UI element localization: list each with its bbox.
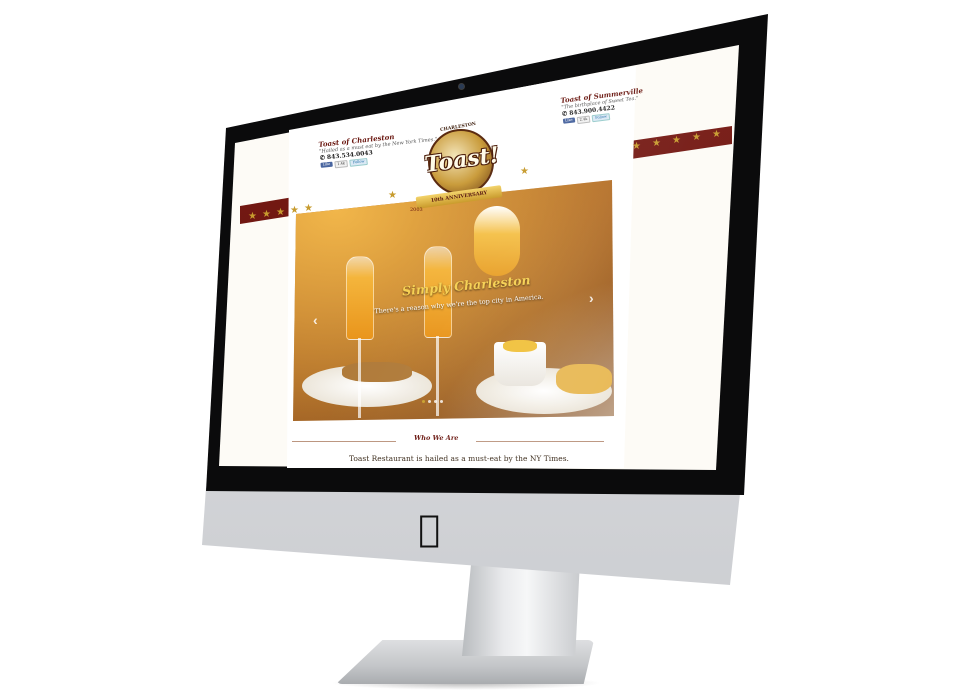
- star-icon: ★: [276, 207, 285, 218]
- camera-icon: [458, 83, 465, 90]
- section-text: Toast Restaurant is hailed as a must-eat…: [349, 454, 569, 463]
- logo-year: 2003: [410, 207, 423, 213]
- star-icon: ★: [632, 141, 641, 152]
- star-icon: ★: [712, 129, 721, 140]
- star-icon: ★: [652, 138, 661, 149]
- star-icon: ★: [248, 211, 257, 222]
- section-divider: [292, 441, 396, 442]
- phone-icon: ✆: [319, 154, 326, 162]
- facebook-like-button[interactable]: Like: [562, 117, 575, 124]
- star-icon: ★: [692, 132, 701, 143]
- slider-dot[interactable]: [434, 400, 437, 403]
- star-icon: ★: [388, 190, 397, 201]
- star-icon: ★: [262, 209, 271, 220]
- facebook-like-button[interactable]: Like: [320, 161, 333, 168]
- mimosa-glass-image: [346, 256, 374, 340]
- toast-logo[interactable]: CHARLESTON Toast! 10th ANNIVERSARY 2003: [410, 122, 510, 225]
- section-divider: [476, 441, 604, 442]
- slider-dot[interactable]: [428, 400, 431, 403]
- phone-icon: ✆: [561, 110, 568, 118]
- star-icon: ★: [520, 166, 529, 177]
- food-image: [342, 362, 412, 382]
- slider-prev-icon[interactable]: ‹: [313, 312, 318, 328]
- slider-dot[interactable]: [440, 400, 443, 403]
- stand-neck: [462, 560, 580, 656]
- slider-next-icon[interactable]: ›: [589, 290, 594, 306]
- slider-dots: [422, 400, 443, 403]
- star-icon: ★: [672, 135, 681, 146]
- like-count: 1.4k: [333, 160, 349, 169]
- food-image: [556, 364, 612, 394]
- glass-stem: [358, 338, 361, 418]
- slider-dot[interactable]: [422, 400, 425, 403]
- glass-stem: [436, 336, 439, 416]
- section-title: Who We Are: [414, 434, 459, 442]
- apple-logo-icon: : [414, 510, 444, 550]
- food-image: [503, 340, 537, 352]
